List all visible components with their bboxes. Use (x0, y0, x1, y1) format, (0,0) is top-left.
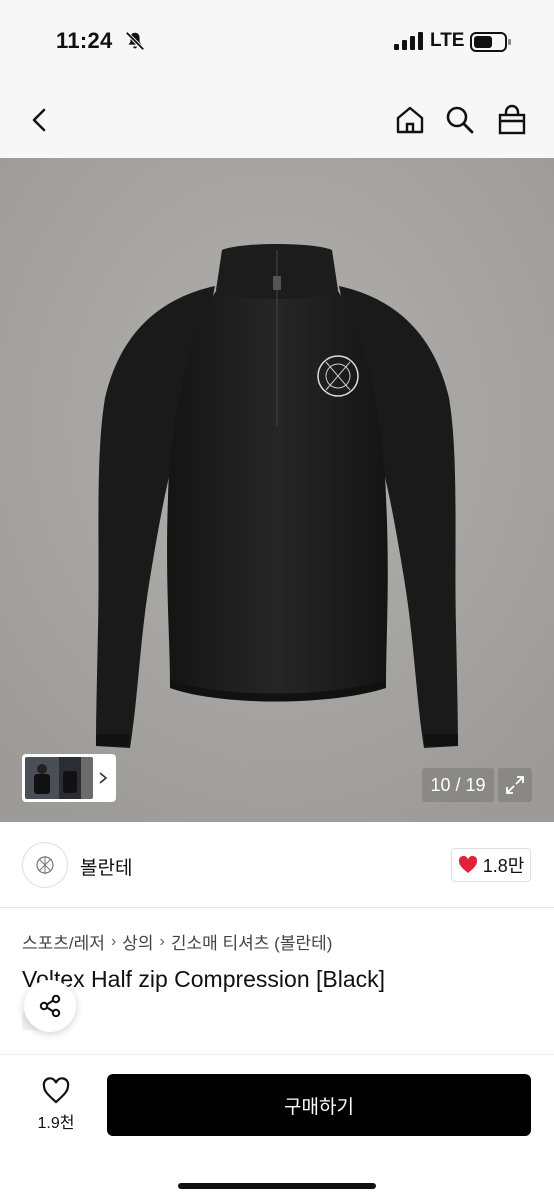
wishlist-count: 1.9천 (37, 1115, 75, 1132)
nav-bar (0, 84, 554, 158)
home-button[interactable] (390, 100, 430, 140)
search-icon (446, 106, 474, 134)
bell-off-icon (125, 31, 145, 51)
share-icon (39, 994, 61, 1018)
cart-button[interactable] (492, 100, 532, 140)
heart-filled-icon (458, 856, 477, 873)
brand-like-button[interactable]: 1.8만 (451, 848, 531, 882)
battery-icon (470, 32, 511, 52)
thumbnail-strip[interactable] (22, 754, 116, 802)
breadcrumb: 스포츠/레저 › 상의 › 긴소매 티셔츠 (볼란테) (22, 929, 332, 954)
breadcrumb-item[interactable]: 스포츠/레저 (22, 929, 105, 954)
share-button[interactable] (24, 980, 76, 1032)
wishlist-button[interactable]: 1.9천 (20, 1077, 92, 1137)
bag-icon (498, 104, 526, 135)
brand-row: 볼란테 1.8만 (0, 822, 554, 908)
breadcrumb-item[interactable]: 긴소매 티셔츠 (볼란테) (171, 929, 333, 954)
search-button[interactable] (440, 100, 480, 140)
home-icon (396, 106, 424, 134)
product-title: Voltex Half zip Compression [Black] (22, 966, 386, 992)
expand-button[interactable] (498, 768, 532, 802)
chevron-right-icon: › (110, 932, 117, 950)
signal-icon (394, 32, 423, 50)
bottom-action-bar: 1.9천 구매하기 (0, 1054, 554, 1200)
product-image (0, 158, 554, 822)
network-label: LTE (430, 30, 465, 51)
back-button[interactable] (20, 100, 60, 140)
brand-like-count: 1.8만 (482, 856, 525, 876)
expand-icon (506, 776, 524, 794)
status-bar: 11:24 LTE (0, 0, 554, 84)
heart-outline-icon (42, 1077, 70, 1104)
image-counter: 10 / 19 (422, 768, 494, 802)
chevron-left-icon (32, 108, 46, 132)
status-time: 11:24 (56, 28, 113, 53)
breadcrumb-item[interactable]: 상의 (122, 929, 153, 954)
thumbnail-image (25, 757, 93, 799)
product-image-gallery[interactable]: 10 / 19 (0, 158, 554, 822)
chevron-right-icon: › (159, 932, 165, 950)
buy-button[interactable]: 구매하기 (107, 1074, 531, 1136)
home-indicator (178, 1183, 376, 1189)
chevron-right-icon (99, 772, 108, 784)
brand-logo[interactable] (22, 842, 68, 888)
brand-name[interactable]: 볼란테 (80, 853, 132, 880)
brand-emblem-icon (36, 856, 54, 874)
